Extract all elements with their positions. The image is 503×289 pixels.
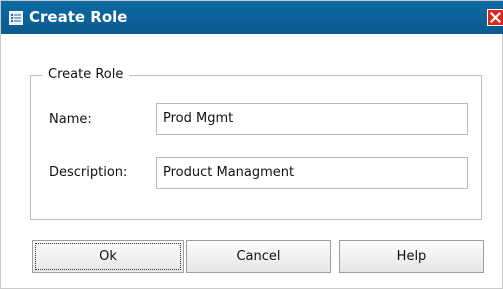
group-title: Create Role [42,65,130,85]
close-icon [490,12,501,23]
name-label: Name: [49,112,92,127]
window-title: Create Role [29,8,128,26]
role-list-icon [9,10,23,25]
create-role-group [30,75,482,220]
ok-button[interactable]: Ok [32,240,184,273]
description-field[interactable]: Product Managment [156,157,468,189]
title-bar: Create Role [1,1,503,34]
description-label: Description: [49,165,128,180]
cancel-button[interactable]: Cancel [186,240,331,273]
create-role-dialog: Create Role Create Role Name: Prod Mgmt … [0,0,503,289]
name-field[interactable]: Prod Mgmt [156,103,468,135]
help-button[interactable]: Help [339,240,484,273]
close-button[interactable] [487,9,503,26]
